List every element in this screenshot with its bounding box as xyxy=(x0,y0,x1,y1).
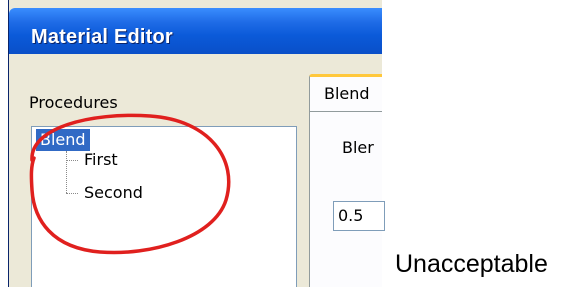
tree-connector-branch xyxy=(66,160,78,161)
tree-item-first[interactable]: First xyxy=(84,149,118,171)
annotation-note: Unacceptable xyxy=(395,250,548,278)
tab-blend[interactable]: Blend xyxy=(309,74,382,111)
procedures-tree[interactable]: Blend First Second xyxy=(31,126,297,287)
material-editor-window: Material Editor Procedures Blend First S… xyxy=(8,0,382,287)
procedures-label: Procedures xyxy=(29,93,118,112)
title-bar[interactable]: Material Editor xyxy=(9,8,382,54)
tree-connector-line xyxy=(66,151,67,193)
tab-blend-label: Blend xyxy=(324,84,370,103)
tree-connector-branch xyxy=(66,193,78,194)
window-client-area: Procedures Blend First Second Blend xyxy=(9,54,382,287)
blend-value-input[interactable]: 0.5 xyxy=(333,201,385,231)
window-title: Material Editor xyxy=(31,26,173,48)
tree-item-blend[interactable]: Blend xyxy=(36,129,90,151)
blend-value-text: 0.5 xyxy=(338,206,364,225)
blend-field-label: Bler xyxy=(342,138,374,157)
tree-item-second[interactable]: Second xyxy=(84,182,143,204)
